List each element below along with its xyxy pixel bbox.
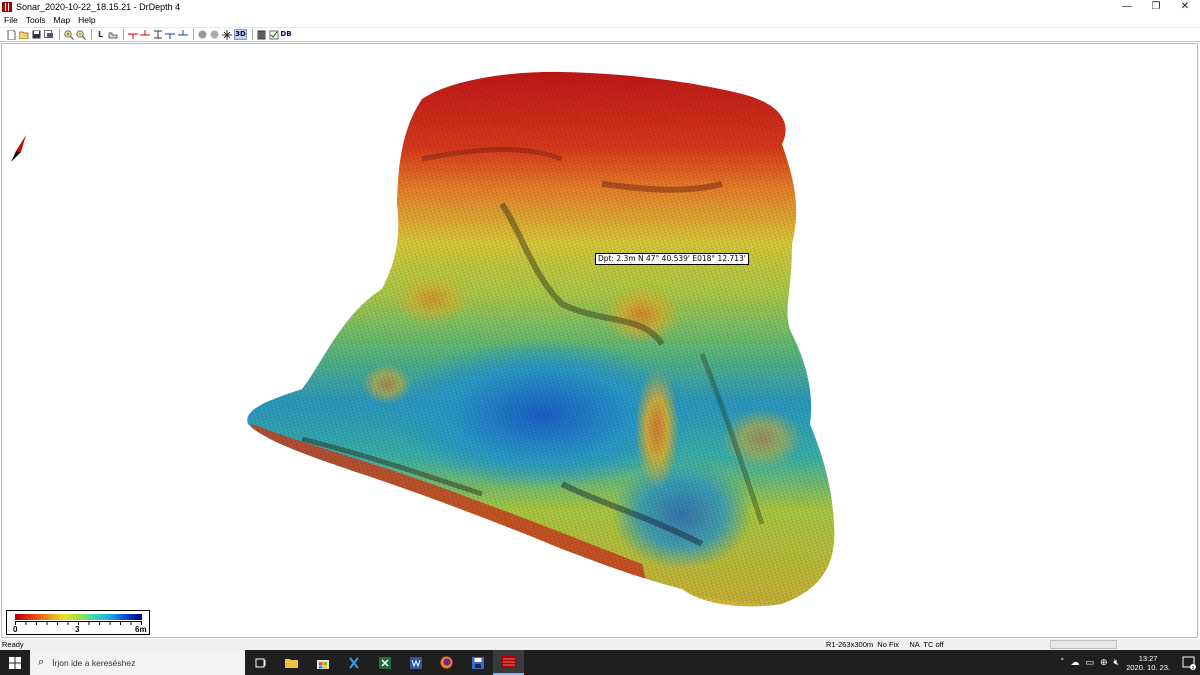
move-icon[interactable] [222, 29, 233, 40]
legend-mid-label: 3 [75, 625, 80, 634]
vscode-icon[interactable] [338, 650, 369, 675]
drdepth-icon[interactable] [493, 650, 524, 675]
export-icon[interactable] [44, 29, 55, 40]
compass-icon [11, 135, 26, 162]
status-ready: Ready [2, 640, 24, 649]
start-button[interactable] [0, 650, 30, 675]
depth-readout-tooltip: Dpt: 2.3m N 47° 40.539' E018° 12.713' [595, 253, 749, 265]
taskbar-search-input[interactable]: ⌕ Írjon ide a kereséshez [30, 650, 245, 675]
chevron-up-icon[interactable]: ˄ [1060, 658, 1065, 668]
status-bar: Ready R1-263x300m No Fix NA TC off [0, 639, 1200, 650]
pin-icon[interactable] [165, 29, 176, 40]
status-progress-box [1050, 640, 1117, 649]
toolbar-separator [192, 29, 194, 40]
notification-center-icon[interactable]: 2 [1178, 650, 1200, 675]
toolbar-separator [91, 29, 92, 40]
terrain-3d-render[interactable] [2, 44, 1199, 639]
minimize-button[interactable]: — [1112, 0, 1142, 14]
new-icon[interactable] [6, 29, 17, 40]
store-icon[interactable] [307, 650, 338, 675]
legend-max-label: 6m [135, 625, 147, 634]
task-view-icon[interactable] [245, 650, 276, 675]
pin-icon[interactable] [177, 29, 188, 40]
menu-tools[interactable]: Tools [26, 14, 46, 27]
checklist-icon[interactable] [268, 29, 279, 40]
search-placeholder: Írjon ide a kereséshez [52, 657, 136, 668]
file-explorer-icon[interactable] [276, 650, 307, 675]
3d-toggle-button[interactable]: 3D [234, 29, 247, 40]
windows-icon [9, 656, 21, 669]
search-icon: ⌕ [38, 656, 45, 668]
title-bar: Sonar_2020-10-22_18.15.21 - DrDepth 4 — … [0, 0, 1200, 14]
menu-map[interactable]: Map [54, 14, 71, 27]
menu-help[interactable]: Help [78, 14, 95, 27]
word-icon[interactable] [400, 650, 431, 675]
open-icon[interactable] [19, 29, 30, 40]
system-tray: ˄ ☁ ▭ ⊕ 🔇︎ 13:27 2020. 10. 23. 2 [1057, 650, 1200, 675]
status-info: R1-263x300m No Fix NA TC off [826, 640, 944, 649]
toolbar-separator [59, 29, 60, 40]
battery-icon[interactable]: ▭ [1085, 658, 1094, 668]
taskbar: ⌕ Írjon ide a kereséshez ˄ ☁ ▭ ⊕ 🔇︎ 13:2… [0, 650, 1200, 675]
legend-min-label: 0 [13, 625, 18, 634]
layer-l-icon[interactable]: L [95, 29, 106, 40]
toolbar: L 3D DB [0, 27, 1200, 42]
toolbar-separator [123, 29, 124, 40]
network-icon[interactable]: ⊕ [1100, 658, 1108, 668]
database-icon[interactable]: DB [280, 29, 291, 40]
toolbar-separator [251, 29, 253, 40]
shade-icon[interactable] [197, 29, 208, 40]
excel-icon[interactable] [369, 650, 400, 675]
pin-icon[interactable] [127, 29, 138, 40]
pin-icon[interactable] [140, 29, 151, 40]
grid-icon[interactable] [256, 29, 267, 40]
depth-color-scale [15, 614, 142, 620]
maximize-button[interactable]: ❐ [1141, 0, 1171, 14]
shade-icon[interactable] [209, 29, 220, 40]
window-title: Sonar_2020-10-22_18.15.21 - DrDepth 4 [16, 2, 181, 12]
firefox-icon[interactable] [431, 650, 462, 675]
clock-time: 13:27 [1138, 653, 1158, 663]
menu-bar: File Tools Map Help [0, 14, 1200, 27]
zoom-out-icon[interactable] [76, 29, 87, 40]
save-icon[interactable] [31, 29, 42, 40]
area-icon[interactable] [108, 29, 119, 40]
onedrive-icon[interactable]: ☁ [1070, 658, 1079, 668]
app-icon[interactable] [2, 2, 12, 12]
menu-file[interactable]: File [4, 14, 18, 27]
depth-legend: 0 3 6m [6, 610, 150, 635]
close-button[interactable]: ✕ [1170, 0, 1200, 14]
clock[interactable]: 13:27 2020. 10. 23. [1126, 654, 1170, 672]
map-viewport[interactable]: Dpt: 2.3m N 47° 40.539' E018° 12.713' 0 … [1, 43, 1198, 638]
range-icon[interactable] [152, 29, 163, 40]
drdepth-save-icon[interactable] [462, 650, 493, 675]
zoom-in-icon[interactable] [63, 29, 74, 40]
clock-date: 2020. 10. 23. [1126, 662, 1170, 672]
volume-muted-icon[interactable]: 🔇︎ [1114, 658, 1120, 668]
